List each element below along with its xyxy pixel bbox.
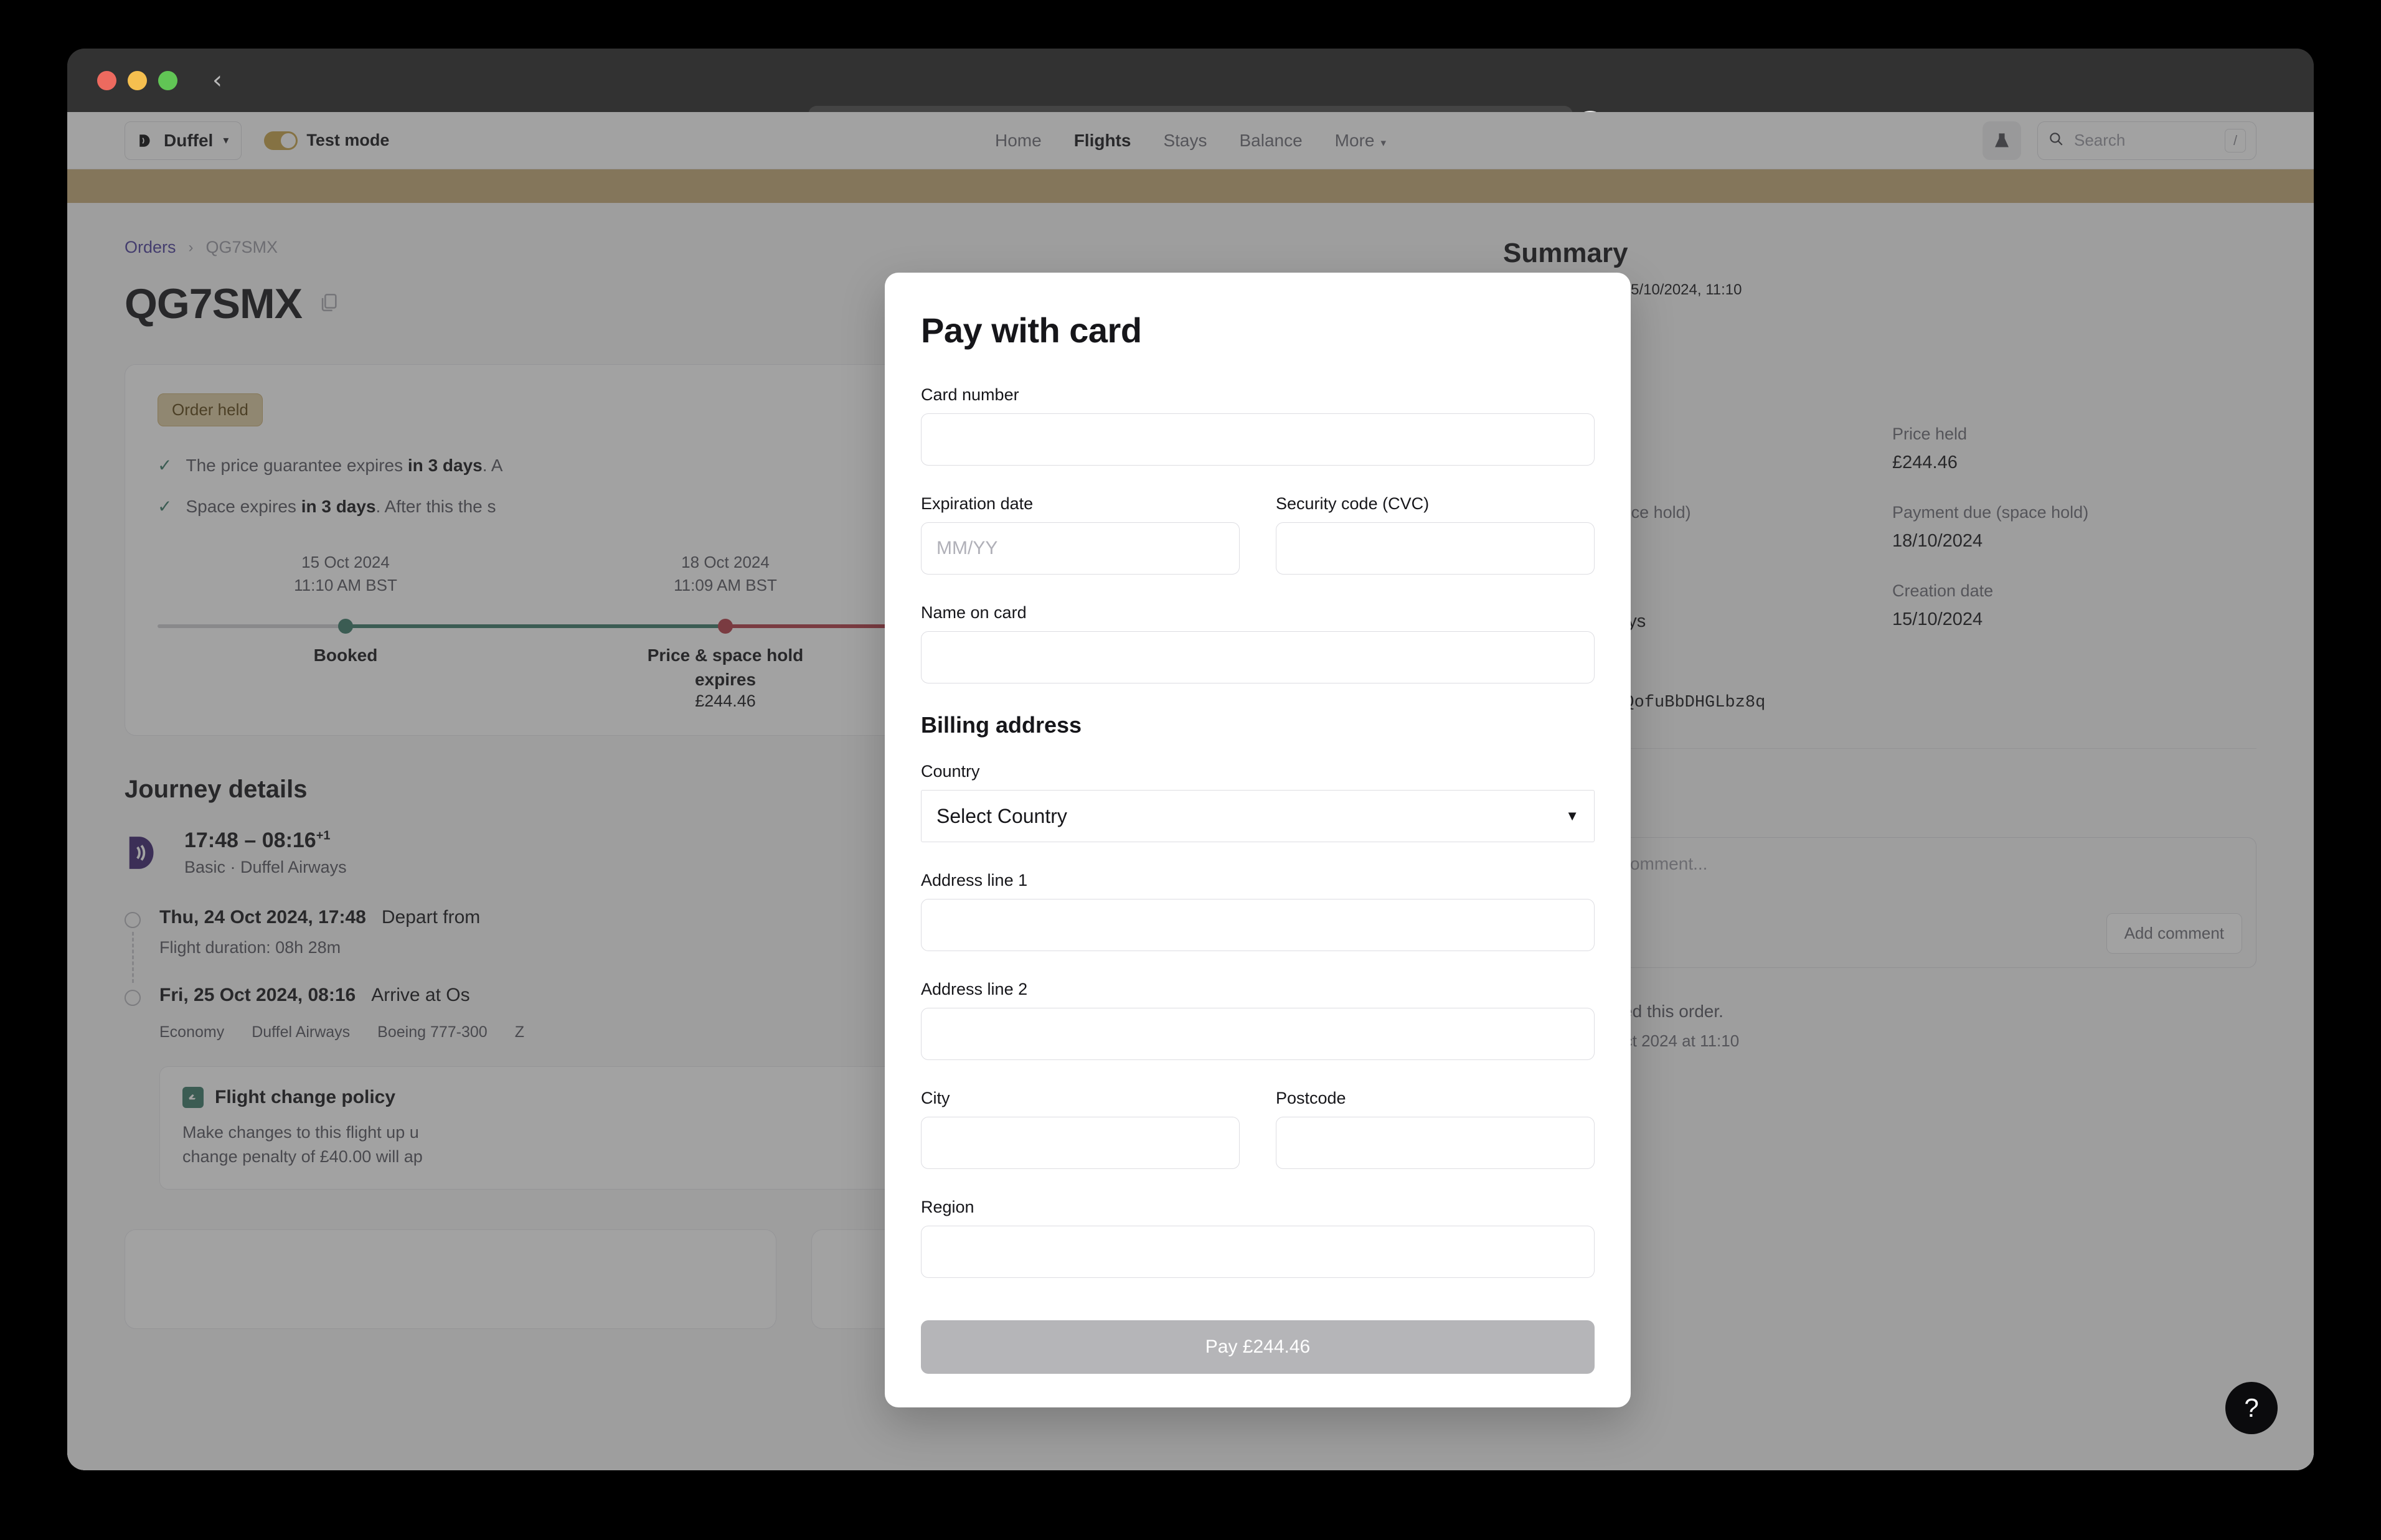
maximize-window-button[interactable] — [158, 70, 177, 90]
region-input[interactable] — [921, 1226, 1595, 1278]
country-selected-value: Select Country — [936, 804, 1067, 827]
address-line-2-label: Address line 2 — [921, 980, 1028, 998]
card-number-label: Card number — [921, 385, 1019, 404]
postcode-field: Postcode — [1276, 1089, 1595, 1169]
address-line-2-field: Address line 2 — [921, 980, 1595, 1060]
security-code-field: Security code (CVC) — [1276, 494, 1595, 575]
expiration-date-field: Expiration date — [921, 494, 1240, 575]
address-line-1-label: Address line 1 — [921, 871, 1028, 890]
city-label: City — [921, 1089, 950, 1107]
country-label: Country — [921, 762, 980, 781]
browser-window: ‹ app.duffel.com/duffel/test/orders/ord_… — [67, 49, 2314, 1470]
pay-with-card-modal: Pay with card Card number Expiration dat… — [885, 273, 1631, 1407]
city-field: City — [921, 1089, 1240, 1169]
country-select[interactable]: Select Country ▼ — [921, 790, 1595, 842]
postcode-label: Postcode — [1276, 1089, 1346, 1107]
country-field: Country Select Country ▼ — [921, 762, 1595, 842]
name-on-card-input[interactable] — [921, 631, 1595, 683]
pay-button[interactable]: Pay £244.46 — [921, 1320, 1595, 1374]
address-line-1-input[interactable] — [921, 899, 1595, 951]
city-postcode-row: City Postcode — [921, 1089, 1595, 1198]
minimize-window-button[interactable] — [128, 70, 147, 90]
back-icon[interactable]: ‹ — [212, 68, 222, 93]
address-line-1-field: Address line 1 — [921, 871, 1595, 951]
address-line-2-input[interactable] — [921, 1008, 1595, 1060]
card-number-input[interactable] — [921, 413, 1595, 466]
close-window-button[interactable] — [97, 70, 116, 90]
card-number-field: Card number — [921, 385, 1595, 466]
name-on-card-field: Name on card — [921, 603, 1595, 683]
security-code-input[interactable] — [1276, 522, 1595, 575]
expiration-date-label: Expiration date — [921, 494, 1034, 513]
expiry-cvc-row: Expiration date Security code (CVC) — [921, 494, 1595, 603]
name-on-card-label: Name on card — [921, 603, 1027, 622]
postcode-input[interactable] — [1276, 1117, 1595, 1169]
window-controls — [97, 70, 177, 90]
region-field: Region — [921, 1198, 1595, 1278]
page-viewport: Duffel ▾ Test mode Home Flights Stays Ba… — [67, 112, 2314, 1470]
browser-titlebar: ‹ app.duffel.com/duffel/test/orders/ord_… — [67, 49, 2314, 147]
city-input[interactable] — [921, 1117, 1240, 1169]
chevron-down-icon: ▼ — [1565, 808, 1579, 824]
billing-address-heading: Billing address — [921, 712, 1082, 738]
modal-title: Pay with card — [921, 311, 1142, 350]
region-label: Region — [921, 1198, 974, 1216]
security-code-label: Security code (CVC) — [1276, 494, 1430, 513]
expiration-date-input[interactable] — [921, 522, 1240, 575]
help-button[interactable]: ? — [2225, 1382, 2278, 1434]
